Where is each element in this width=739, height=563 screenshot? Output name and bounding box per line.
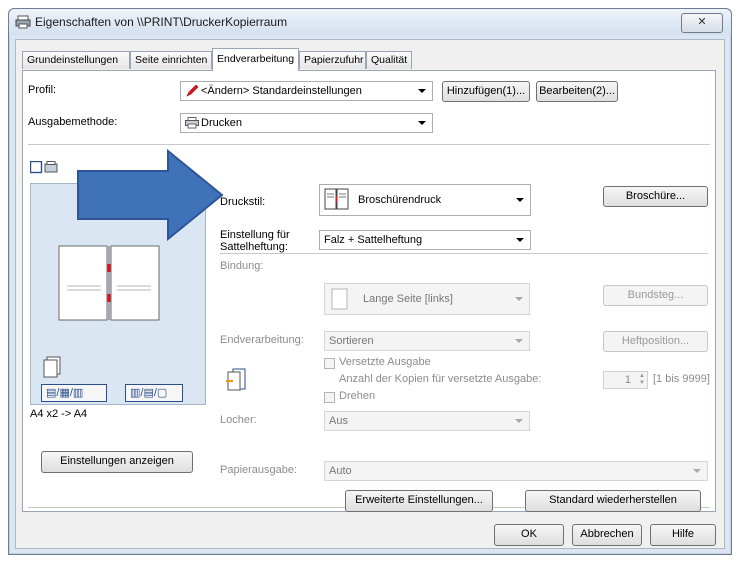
paper-output-value: Auto: [329, 465, 352, 477]
profile-value: <Ändern> Standardeinstellungen: [201, 85, 362, 97]
binding-label: Bindung:: [220, 260, 264, 272]
edit-profile-button[interactable]: Bearbeiten(2)...: [536, 81, 618, 102]
ok-button[interactable]: OK: [494, 524, 564, 546]
advanced-settings-button[interactable]: Erweiterte Einstellungen...: [345, 490, 493, 512]
chevron-down-icon: [418, 121, 426, 125]
help-button[interactable]: Hilfe: [650, 524, 716, 546]
title-bar: Eigenschaften von \\PRINT\DruckerKopierr…: [9, 9, 731, 35]
annotation-arrow: [77, 149, 224, 241]
finishing-panel: Profil: <Ändern> Standardeinstellungen H…: [22, 70, 716, 512]
tab-grundeinstellungen[interactable]: Grundeinstellungen: [22, 51, 130, 69]
tab-endverarbeitung[interactable]: Endverarbeitung: [212, 48, 299, 71]
cancel-button[interactable]: Abbrechen: [572, 524, 642, 546]
pencil-icon: [186, 84, 199, 97]
properties-window: Eigenschaften von \\PRINT\DruckerKopierr…: [8, 8, 732, 555]
window-title: Eigenschaften von \\PRINT\DruckerKopierr…: [35, 15, 288, 29]
dialog-client: Grundeinstellungen Seite einrichten Endv…: [15, 39, 725, 549]
layout-glyph-icon: ▥/▤/▢: [130, 387, 168, 399]
add-profile-button[interactable]: Hinzufügen(1)...: [442, 81, 530, 102]
print-style-select[interactable]: Broschürendruck: [319, 184, 531, 216]
preview-mode-icon[interactable]: [30, 161, 60, 175]
separator: [28, 144, 710, 145]
staple-position-button[interactable]: Heftposition...: [603, 331, 708, 352]
restore-defaults-button[interactable]: Standard wiederherstellen: [525, 490, 701, 512]
tab-qualitaet[interactable]: Qualität: [366, 51, 412, 69]
separator: [220, 253, 708, 254]
punch-value: Aus: [329, 415, 348, 427]
finishing-select[interactable]: Sortieren: [324, 331, 530, 351]
output-method-select[interactable]: Drucken: [180, 113, 433, 133]
pages-stack-icon: [43, 356, 61, 378]
saddle-stitch-label-line2: Sattelheftung:: [220, 241, 288, 253]
offset-output-label: Versetzte Ausgabe: [339, 356, 431, 368]
close-button[interactable]: ✕: [681, 13, 723, 33]
finishing-value: Sortieren: [329, 335, 374, 347]
booklet-icon: [324, 188, 349, 210]
binding-select[interactable]: Lange Seite [links]: [324, 283, 530, 315]
saddle-stitch-label: Einstellung für Sattelheftung:: [220, 229, 290, 253]
preview-caption: A4 x2 -> A4: [30, 408, 88, 420]
printer-icon: [185, 117, 199, 129]
printer-icon: [15, 15, 31, 29]
output-method-label: Ausgabemethode:: [28, 116, 118, 128]
chevron-down-icon: [516, 198, 524, 202]
offset-copies-stepper[interactable]: 1 ▲ ▼: [603, 371, 648, 389]
gutter-button[interactable]: Bundsteg...: [603, 285, 708, 306]
offset-output-checkbox[interactable]: [324, 358, 335, 369]
saddle-stitch-label-line1: Einstellung für: [220, 229, 290, 241]
paper-output-label: Papierausgabe:: [220, 464, 298, 476]
offset-copies-range: [1 bis 9999]: [653, 373, 710, 385]
chevron-down-icon: [515, 339, 523, 343]
show-settings-button[interactable]: Einstellungen anzeigen: [41, 451, 193, 473]
booklet-preview-image: [58, 245, 160, 321]
saddle-stitch-select[interactable]: Falz + Sattelheftung: [319, 230, 531, 250]
offset-output-icon: [226, 368, 246, 391]
booklet-button[interactable]: Broschüre...: [603, 186, 708, 207]
paper-output-select[interactable]: Auto: [324, 461, 708, 481]
tab-papierzufuhr[interactable]: Papierzufuhr: [299, 51, 366, 69]
punch-label: Locher:: [220, 414, 257, 426]
print-style-label: Druckstil:: [220, 196, 266, 208]
tab-seite-einrichten[interactable]: Seite einrichten: [130, 51, 212, 69]
offset-copies-value: 1: [624, 374, 631, 386]
layout-toggle-left[interactable]: ▤/▦/▥: [41, 384, 107, 402]
print-style-value: Broschürendruck: [358, 194, 442, 206]
binding-value: Lange Seite [links]: [363, 293, 453, 305]
layout-toggle-right[interactable]: ▥/▤/▢: [125, 384, 183, 402]
saddle-stitch-value: Falz + Sattelheftung: [324, 234, 423, 246]
layout-glyph-icon: ▤/▦/▥: [46, 387, 84, 399]
offset-copies-label: Anzahl der Kopien für versetzte Ausgabe:: [339, 373, 542, 385]
profile-label: Profil:: [28, 84, 57, 96]
chevron-down-icon: [418, 89, 426, 93]
page-icon: [331, 288, 348, 310]
rotate-label: Drehen: [339, 390, 376, 402]
finishing-label: Endverarbeitung:: [220, 334, 304, 346]
profile-select[interactable]: <Ändern> Standardeinstellungen: [180, 81, 433, 101]
chevron-down-icon: [516, 238, 524, 242]
output-method-value: Drucken: [201, 117, 242, 129]
rotate-checkbox[interactable]: [324, 392, 335, 403]
punch-select[interactable]: Aus: [324, 411, 530, 431]
spinner-arrows-icon: ▲ ▼: [639, 373, 645, 386]
chevron-down-icon: [693, 469, 701, 473]
chevron-down-icon: [515, 297, 523, 301]
chevron-down-icon: [515, 419, 523, 423]
